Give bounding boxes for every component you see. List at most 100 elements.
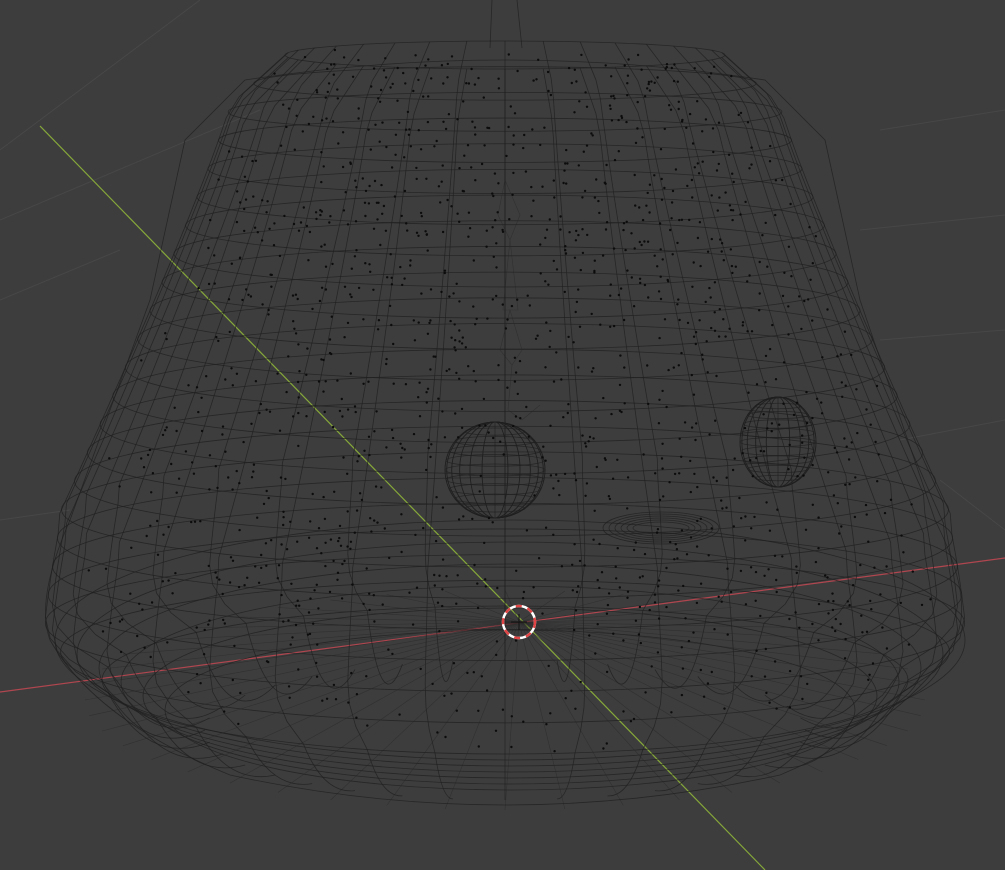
- vertex-dot: [754, 599, 757, 602]
- vertex-dot: [329, 215, 332, 218]
- vertex-dot: [689, 490, 692, 494]
- vertex-dot: [643, 95, 647, 98]
- vertex-dot: [726, 633, 729, 636]
- vertex-dot: [441, 604, 444, 608]
- vertex-dot: [613, 97, 616, 100]
- 3d-viewport[interactable]: [0, 0, 1005, 870]
- vertex-dot: [351, 75, 355, 79]
- vertex-dot: [222, 618, 225, 622]
- vertex-dot: [136, 634, 139, 638]
- vertex-dot: [391, 436, 395, 440]
- vertex-dot: [611, 477, 615, 480]
- vertex-dot: [626, 82, 629, 85]
- base-spoke: [518, 621, 921, 685]
- vertex-dot: [533, 494, 536, 497]
- vertex-dot: [658, 498, 662, 502]
- vertex-dot: [273, 72, 276, 75]
- vertex-dot: [285, 390, 288, 394]
- vertex-dot: [411, 623, 415, 626]
- vertex-dot: [759, 449, 762, 453]
- vertex-dot: [525, 405, 528, 409]
- vertex-dot: [605, 163, 608, 167]
- vertex-dot: [846, 600, 849, 603]
- vertex-dot: [864, 503, 868, 507]
- vertex-dot: [730, 74, 733, 78]
- vertex-dot: [440, 180, 443, 183]
- vertex-dot: [333, 48, 337, 52]
- vertex-dot: [641, 575, 644, 578]
- vertex-dot: [417, 321, 420, 324]
- vertex-dot: [766, 265, 769, 268]
- vertex-dot: [434, 355, 437, 358]
- vertex-dot: [755, 649, 758, 652]
- viewport-canvas[interactable]: [0, 0, 1005, 870]
- sphere-left[interactable]: [444, 421, 546, 519]
- vertex-dot: [455, 709, 458, 712]
- vertex-dot: [192, 472, 196, 475]
- grid-line: [0, 249, 121, 301]
- vertex-dot: [497, 378, 500, 382]
- vertex-dot: [477, 745, 480, 748]
- vertex-dot: [450, 205, 453, 208]
- vertex-dot: [706, 682, 710, 685]
- vertex-dot: [690, 373, 693, 377]
- vertex-dot: [336, 578, 339, 581]
- vertex-dot: [732, 180, 735, 184]
- vertex-dot: [373, 430, 376, 433]
- vertex-dot: [307, 259, 310, 262]
- vertex-dot: [121, 618, 124, 621]
- vertex-dot: [394, 133, 398, 136]
- vertex-dot: [392, 342, 395, 346]
- vertex-dot: [315, 547, 319, 550]
- vertex-dot: [492, 436, 495, 440]
- vertex-dot: [403, 277, 406, 280]
- vertex-dot: [213, 254, 216, 257]
- vertex-dot: [555, 351, 558, 354]
- vertex-dot: [626, 596, 629, 599]
- vertex-dot: [396, 99, 399, 102]
- vertex-dot: [598, 211, 601, 215]
- vertex-dot: [573, 628, 576, 632]
- vertex-dot: [328, 590, 332, 594]
- vertex-dot: [221, 592, 224, 596]
- vertex-dot: [873, 566, 876, 569]
- vertex-dot: [647, 80, 651, 84]
- vertex-dot: [360, 498, 364, 502]
- vertex-dot: [665, 566, 668, 570]
- vertex-dot: [475, 317, 478, 320]
- vertex-dot: [260, 239, 264, 242]
- vertex-dot: [330, 315, 333, 318]
- vertex-dot: [646, 191, 649, 195]
- vertex-dot: [332, 683, 336, 687]
- vertex-dot: [282, 516, 285, 519]
- vertex-dot: [418, 381, 421, 384]
- vertex-dot: [630, 232, 633, 235]
- vertex-dot: [260, 553, 263, 557]
- vertex-dot: [558, 493, 561, 497]
- vertex-dot: [456, 620, 460, 623]
- vertex-dot: [355, 509, 359, 512]
- vertex-dot: [696, 100, 699, 103]
- vertex-dot: [821, 356, 824, 359]
- vertex-dot: [487, 431, 490, 434]
- vertex-dot: [637, 633, 641, 636]
- vertex-dot: [374, 123, 377, 127]
- vertex-dot: [138, 602, 141, 605]
- vertex-dot: [398, 121, 401, 125]
- vertex-dot: [425, 468, 428, 472]
- vertex-dot: [705, 340, 708, 343]
- vertex-dot: [266, 200, 269, 203]
- vertex-dot: [195, 673, 199, 676]
- vertex-dot: [466, 671, 469, 675]
- vertex-dot: [781, 555, 784, 558]
- vertex-dot: [674, 543, 677, 546]
- vertex-dot: [781, 178, 784, 182]
- vertex-dot: [775, 707, 778, 710]
- vertex-dot: [280, 543, 283, 546]
- vertex-dot: [663, 127, 666, 131]
- vertex-dot: [571, 563, 574, 566]
- vertex-dot: [715, 479, 718, 483]
- vertex-dot: [419, 211, 423, 215]
- vertex-dot: [361, 177, 364, 180]
- vertex-dot: [452, 662, 456, 665]
